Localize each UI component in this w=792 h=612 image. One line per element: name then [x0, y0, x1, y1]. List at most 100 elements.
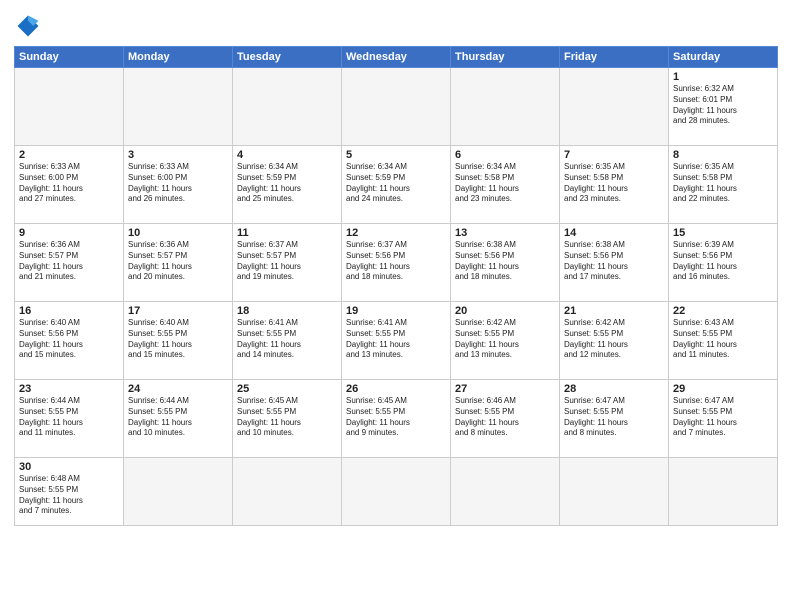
calendar-cell — [342, 458, 451, 526]
day-number: 24 — [128, 383, 228, 395]
week-row-3: 16Sunrise: 6:40 AM Sunset: 5:56 PM Dayli… — [15, 302, 778, 380]
calendar-cell — [124, 458, 233, 526]
calendar-cell: 23Sunrise: 6:44 AM Sunset: 5:55 PM Dayli… — [15, 380, 124, 458]
cell-sun-info: Sunrise: 6:48 AM Sunset: 5:55 PM Dayligh… — [19, 474, 119, 517]
logo — [14, 12, 46, 40]
calendar-cell: 29Sunrise: 6:47 AM Sunset: 5:55 PM Dayli… — [669, 380, 778, 458]
cell-sun-info: Sunrise: 6:38 AM Sunset: 5:56 PM Dayligh… — [455, 240, 555, 283]
cell-sun-info: Sunrise: 6:44 AM Sunset: 5:55 PM Dayligh… — [128, 396, 228, 439]
day-number: 27 — [455, 383, 555, 395]
day-number: 2 — [19, 149, 119, 161]
day-number: 4 — [237, 149, 337, 161]
week-row-4: 23Sunrise: 6:44 AM Sunset: 5:55 PM Dayli… — [15, 380, 778, 458]
cell-sun-info: Sunrise: 6:40 AM Sunset: 5:56 PM Dayligh… — [19, 318, 119, 361]
calendar-cell: 30Sunrise: 6:48 AM Sunset: 5:55 PM Dayli… — [15, 458, 124, 526]
day-number: 1 — [673, 71, 773, 83]
cell-sun-info: Sunrise: 6:37 AM Sunset: 5:57 PM Dayligh… — [237, 240, 337, 283]
day-number: 11 — [237, 227, 337, 239]
calendar-cell — [451, 68, 560, 146]
calendar-cell — [15, 68, 124, 146]
calendar-cell: 1Sunrise: 6:32 AM Sunset: 6:01 PM Daylig… — [669, 68, 778, 146]
week-row-5: 30Sunrise: 6:48 AM Sunset: 5:55 PM Dayli… — [15, 458, 778, 526]
calendar-cell — [560, 68, 669, 146]
day-number: 23 — [19, 383, 119, 395]
calendar-cell: 3Sunrise: 6:33 AM Sunset: 6:00 PM Daylig… — [124, 146, 233, 224]
calendar-cell — [124, 68, 233, 146]
calendar-cell — [233, 68, 342, 146]
week-row-1: 2Sunrise: 6:33 AM Sunset: 6:00 PM Daylig… — [15, 146, 778, 224]
cell-sun-info: Sunrise: 6:42 AM Sunset: 5:55 PM Dayligh… — [455, 318, 555, 361]
cell-sun-info: Sunrise: 6:37 AM Sunset: 5:56 PM Dayligh… — [346, 240, 446, 283]
calendar-cell: 25Sunrise: 6:45 AM Sunset: 5:55 PM Dayli… — [233, 380, 342, 458]
day-number: 14 — [564, 227, 664, 239]
day-header-saturday: Saturday — [669, 47, 778, 68]
day-number: 21 — [564, 305, 664, 317]
day-number: 3 — [128, 149, 228, 161]
calendar-cell: 19Sunrise: 6:41 AM Sunset: 5:55 PM Dayli… — [342, 302, 451, 380]
calendar-cell: 22Sunrise: 6:43 AM Sunset: 5:55 PM Dayli… — [669, 302, 778, 380]
cell-sun-info: Sunrise: 6:36 AM Sunset: 5:57 PM Dayligh… — [128, 240, 228, 283]
calendar-cell: 16Sunrise: 6:40 AM Sunset: 5:56 PM Dayli… — [15, 302, 124, 380]
calendar-cell: 7Sunrise: 6:35 AM Sunset: 5:58 PM Daylig… — [560, 146, 669, 224]
day-number: 22 — [673, 305, 773, 317]
day-number: 26 — [346, 383, 446, 395]
calendar-cell: 20Sunrise: 6:42 AM Sunset: 5:55 PM Dayli… — [451, 302, 560, 380]
calendar-cell: 14Sunrise: 6:38 AM Sunset: 5:56 PM Dayli… — [560, 224, 669, 302]
calendar-cell — [451, 458, 560, 526]
cell-sun-info: Sunrise: 6:45 AM Sunset: 5:55 PM Dayligh… — [237, 396, 337, 439]
header — [14, 12, 778, 40]
day-number: 5 — [346, 149, 446, 161]
cell-sun-info: Sunrise: 6:33 AM Sunset: 6:00 PM Dayligh… — [128, 162, 228, 205]
calendar-cell: 8Sunrise: 6:35 AM Sunset: 5:58 PM Daylig… — [669, 146, 778, 224]
cell-sun-info: Sunrise: 6:46 AM Sunset: 5:55 PM Dayligh… — [455, 396, 555, 439]
calendar-cell: 13Sunrise: 6:38 AM Sunset: 5:56 PM Dayli… — [451, 224, 560, 302]
calendar-header-row: SundayMondayTuesdayWednesdayThursdayFrid… — [15, 47, 778, 68]
cell-sun-info: Sunrise: 6:34 AM Sunset: 5:59 PM Dayligh… — [346, 162, 446, 205]
day-number: 9 — [19, 227, 119, 239]
cell-sun-info: Sunrise: 6:41 AM Sunset: 5:55 PM Dayligh… — [346, 318, 446, 361]
day-number: 7 — [564, 149, 664, 161]
day-number: 19 — [346, 305, 446, 317]
calendar-cell: 12Sunrise: 6:37 AM Sunset: 5:56 PM Dayli… — [342, 224, 451, 302]
cell-sun-info: Sunrise: 6:47 AM Sunset: 5:55 PM Dayligh… — [564, 396, 664, 439]
day-number: 15 — [673, 227, 773, 239]
calendar-cell: 2Sunrise: 6:33 AM Sunset: 6:00 PM Daylig… — [15, 146, 124, 224]
cell-sun-info: Sunrise: 6:33 AM Sunset: 6:00 PM Dayligh… — [19, 162, 119, 205]
day-number: 25 — [237, 383, 337, 395]
page: SundayMondayTuesdayWednesdayThursdayFrid… — [0, 0, 792, 612]
day-header-wednesday: Wednesday — [342, 47, 451, 68]
day-number: 20 — [455, 305, 555, 317]
day-number: 28 — [564, 383, 664, 395]
day-number: 8 — [673, 149, 773, 161]
day-header-monday: Monday — [124, 47, 233, 68]
day-header-thursday: Thursday — [451, 47, 560, 68]
day-number: 30 — [19, 461, 119, 473]
calendar-cell: 9Sunrise: 6:36 AM Sunset: 5:57 PM Daylig… — [15, 224, 124, 302]
calendar-cell: 17Sunrise: 6:40 AM Sunset: 5:55 PM Dayli… — [124, 302, 233, 380]
cell-sun-info: Sunrise: 6:35 AM Sunset: 5:58 PM Dayligh… — [673, 162, 773, 205]
cell-sun-info: Sunrise: 6:35 AM Sunset: 5:58 PM Dayligh… — [564, 162, 664, 205]
logo-icon — [14, 12, 42, 40]
cell-sun-info: Sunrise: 6:44 AM Sunset: 5:55 PM Dayligh… — [19, 396, 119, 439]
day-number: 29 — [673, 383, 773, 395]
day-number: 16 — [19, 305, 119, 317]
calendar-cell: 26Sunrise: 6:45 AM Sunset: 5:55 PM Dayli… — [342, 380, 451, 458]
cell-sun-info: Sunrise: 6:36 AM Sunset: 5:57 PM Dayligh… — [19, 240, 119, 283]
calendar-cell — [342, 68, 451, 146]
cell-sun-info: Sunrise: 6:40 AM Sunset: 5:55 PM Dayligh… — [128, 318, 228, 361]
calendar-cell: 11Sunrise: 6:37 AM Sunset: 5:57 PM Dayli… — [233, 224, 342, 302]
calendar-cell — [560, 458, 669, 526]
cell-sun-info: Sunrise: 6:32 AM Sunset: 6:01 PM Dayligh… — [673, 84, 773, 127]
cell-sun-info: Sunrise: 6:47 AM Sunset: 5:55 PM Dayligh… — [673, 396, 773, 439]
calendar-cell: 28Sunrise: 6:47 AM Sunset: 5:55 PM Dayli… — [560, 380, 669, 458]
day-header-sunday: Sunday — [15, 47, 124, 68]
day-number: 18 — [237, 305, 337, 317]
calendar-cell: 15Sunrise: 6:39 AM Sunset: 5:56 PM Dayli… — [669, 224, 778, 302]
day-header-friday: Friday — [560, 47, 669, 68]
cell-sun-info: Sunrise: 6:45 AM Sunset: 5:55 PM Dayligh… — [346, 396, 446, 439]
calendar-cell: 4Sunrise: 6:34 AM Sunset: 5:59 PM Daylig… — [233, 146, 342, 224]
week-row-0: 1Sunrise: 6:32 AM Sunset: 6:01 PM Daylig… — [15, 68, 778, 146]
cell-sun-info: Sunrise: 6:39 AM Sunset: 5:56 PM Dayligh… — [673, 240, 773, 283]
day-number: 13 — [455, 227, 555, 239]
calendar-cell: 6Sunrise: 6:34 AM Sunset: 5:58 PM Daylig… — [451, 146, 560, 224]
